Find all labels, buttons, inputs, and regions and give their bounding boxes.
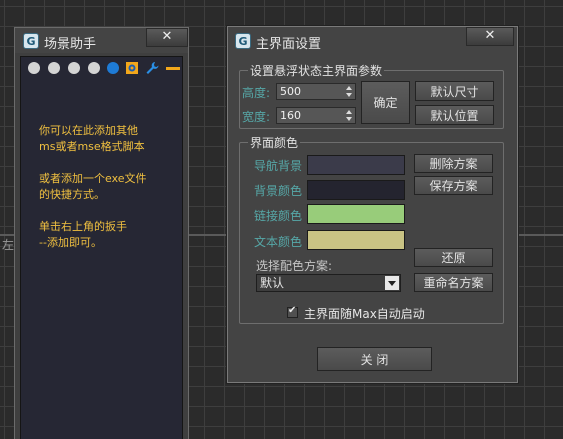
link-color-label: 链接颜色 — [254, 209, 303, 223]
float-params-group: 设置悬浮状态主界面参数 高度: 宽度: 确定 默认尺寸 默认位置 — [239, 62, 504, 129]
viewport-label: 左 — [2, 238, 15, 252]
wrench-icon[interactable] — [145, 61, 159, 75]
help-text: 你可以在此添加其他 ms或者mse格式脚本 或者添加一个exe文件 的快捷方式。… — [39, 123, 147, 267]
width-input[interactable] — [277, 108, 343, 123]
close-dialog-button[interactable]: 关 闭 — [317, 347, 432, 371]
height-input[interactable] — [277, 84, 343, 99]
script-slot-4-icon[interactable] — [88, 62, 100, 74]
width-label: 宽度: — [242, 110, 271, 124]
help-line-1: 你可以在此添加其他 ms或者mse格式脚本 — [39, 124, 145, 153]
ui-colors-title: 界面颜色 — [248, 134, 301, 151]
nav-bg-swatch[interactable] — [307, 155, 405, 175]
panel-close-button[interactable]: ✕ — [146, 28, 188, 47]
float-params-title: 设置悬浮状态主界面参数 — [248, 62, 385, 79]
confirm-size-button[interactable]: 确定 — [361, 81, 410, 124]
scene-assistant-panel: G 场景助手 ✕ 你可以在此添加其他 ms或者mse格式脚本 或者添加一个exe… — [14, 27, 189, 439]
bg-color-swatch[interactable] — [307, 180, 405, 200]
dialog-title: 主界面设置 — [256, 37, 322, 52]
scheme-prompt-label: 选择配色方案: — [256, 259, 333, 273]
help-line-2: 或者添加一个exe文件 的快捷方式。 — [39, 172, 147, 201]
scene-assistant-titlebar[interactable]: G 场景助手 ✕ — [15, 28, 188, 53]
height-label: 高度: — [242, 86, 271, 100]
app-logo-icon: G — [23, 33, 39, 49]
autostart-label: 主界面随Max自动启动 — [304, 307, 425, 321]
autostart-checkbox[interactable] — [287, 305, 298, 318]
text-color-label: 文本颜色 — [254, 235, 303, 249]
help-line-3: 单击右上角的扳手 --添加即可。 — [39, 220, 127, 249]
bg-color-label: 背景颜色 — [254, 184, 303, 198]
width-spinner[interactable] — [276, 107, 356, 124]
link-color-swatch[interactable] — [307, 204, 405, 224]
script-toolbar — [21, 57, 184, 79]
color-scheme-selected: 默认 — [260, 276, 285, 290]
color-scheme-select[interactable]: 默认 — [256, 274, 401, 292]
script-slot-5-icon[interactable] — [107, 62, 119, 74]
script-slot-2-icon[interactable] — [48, 62, 60, 74]
dialog-close-button[interactable]: ✕ — [466, 27, 514, 46]
settings-gear-icon[interactable] — [125, 61, 139, 75]
height-spinner[interactable] — [276, 83, 356, 100]
save-scheme-button[interactable]: 保存方案 — [414, 176, 493, 195]
scene-assistant-body: 你可以在此添加其他 ms或者mse格式脚本 或者添加一个exe文件 的快捷方式。… — [20, 56, 183, 439]
panel-title: 场景助手 — [44, 37, 97, 52]
app-logo-icon: G — [235, 33, 251, 49]
rename-scheme-button[interactable]: 重命名方案 — [414, 273, 493, 292]
restore-button[interactable]: 还原 — [414, 248, 493, 267]
main-ui-settings-dialog: G 主界面设置 ✕ 设置悬浮状态主界面参数 高度: 宽度: 确定 默认尺寸 默认… — [227, 26, 518, 383]
script-slot-1-icon[interactable] — [28, 62, 40, 74]
ui-colors-group: 界面颜色 导航背景 背景颜色 链接颜色 文本颜色 删除方案 保存方案 选择配色方… — [239, 134, 504, 324]
delete-scheme-button[interactable]: 删除方案 — [414, 154, 493, 173]
chevron-down-icon[interactable] — [385, 276, 399, 290]
nav-bg-label: 导航背景 — [254, 159, 303, 173]
width-spinner-arrows[interactable] — [344, 108, 355, 123]
default-position-button[interactable]: 默认位置 — [415, 105, 494, 125]
height-spinner-arrows[interactable] — [344, 84, 355, 99]
script-slot-3-icon[interactable] — [68, 62, 80, 74]
default-size-button[interactable]: 默认尺寸 — [415, 81, 494, 101]
text-color-swatch[interactable] — [307, 230, 405, 250]
dialog-titlebar[interactable]: G 主界面设置 ✕ — [228, 27, 517, 52]
minimize-icon[interactable] — [166, 67, 180, 70]
